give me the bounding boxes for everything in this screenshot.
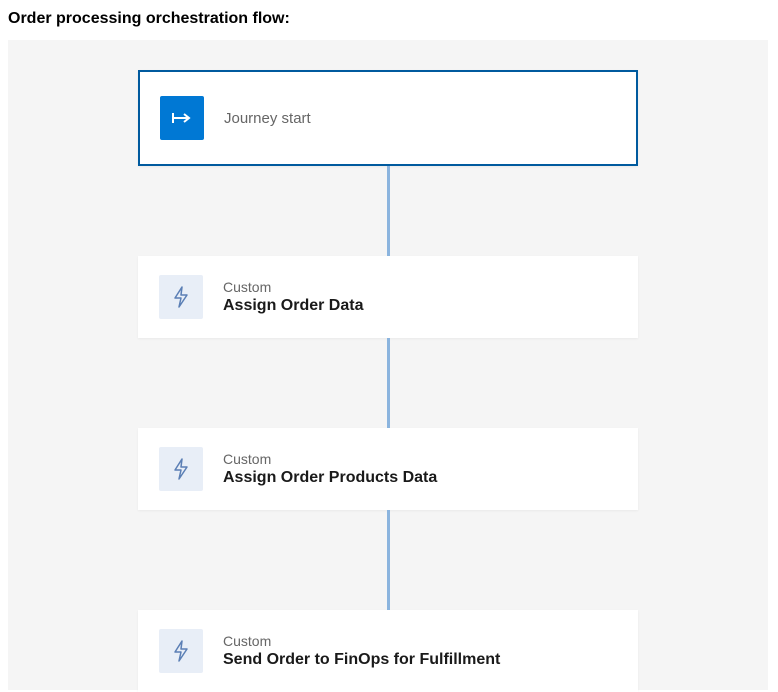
lightning-icon [159, 447, 203, 491]
lightning-icon [159, 275, 203, 319]
step-type-label: Custom [223, 451, 437, 467]
flow-connector [387, 338, 390, 428]
step-type-label: Custom [223, 633, 500, 649]
start-arrow-icon [160, 96, 204, 140]
flow-connector [387, 510, 390, 610]
step-node-text: Custom Assign Order Products Data [223, 451, 437, 487]
step-node-text: Custom Assign Order Data [223, 279, 363, 315]
step-send-order-finops[interactable]: Custom Send Order to FinOps for Fulfillm… [138, 610, 638, 692]
step-type-label: Custom [223, 279, 363, 295]
page-title: Order processing orchestration flow: [0, 0, 778, 40]
step-title-label: Assign Order Data [223, 297, 363, 315]
lightning-icon [159, 629, 203, 673]
step-title-label: Send Order to FinOps for Fulfillment [223, 651, 500, 669]
step-node-text: Custom Send Order to FinOps for Fulfillm… [223, 633, 500, 669]
flow-container: Journey start Custom Assign Order Data [8, 70, 768, 692]
start-node-text: Journey start [224, 110, 311, 127]
step-assign-order-products-data[interactable]: Custom Assign Order Products Data [138, 428, 638, 510]
step-title-label: Assign Order Products Data [223, 469, 437, 487]
flow-connector [387, 166, 390, 256]
start-node-label: Journey start [224, 110, 311, 127]
journey-start-node[interactable]: Journey start [138, 70, 638, 166]
flow-canvas: Journey start Custom Assign Order Data [8, 40, 768, 690]
step-assign-order-data[interactable]: Custom Assign Order Data [138, 256, 638, 338]
